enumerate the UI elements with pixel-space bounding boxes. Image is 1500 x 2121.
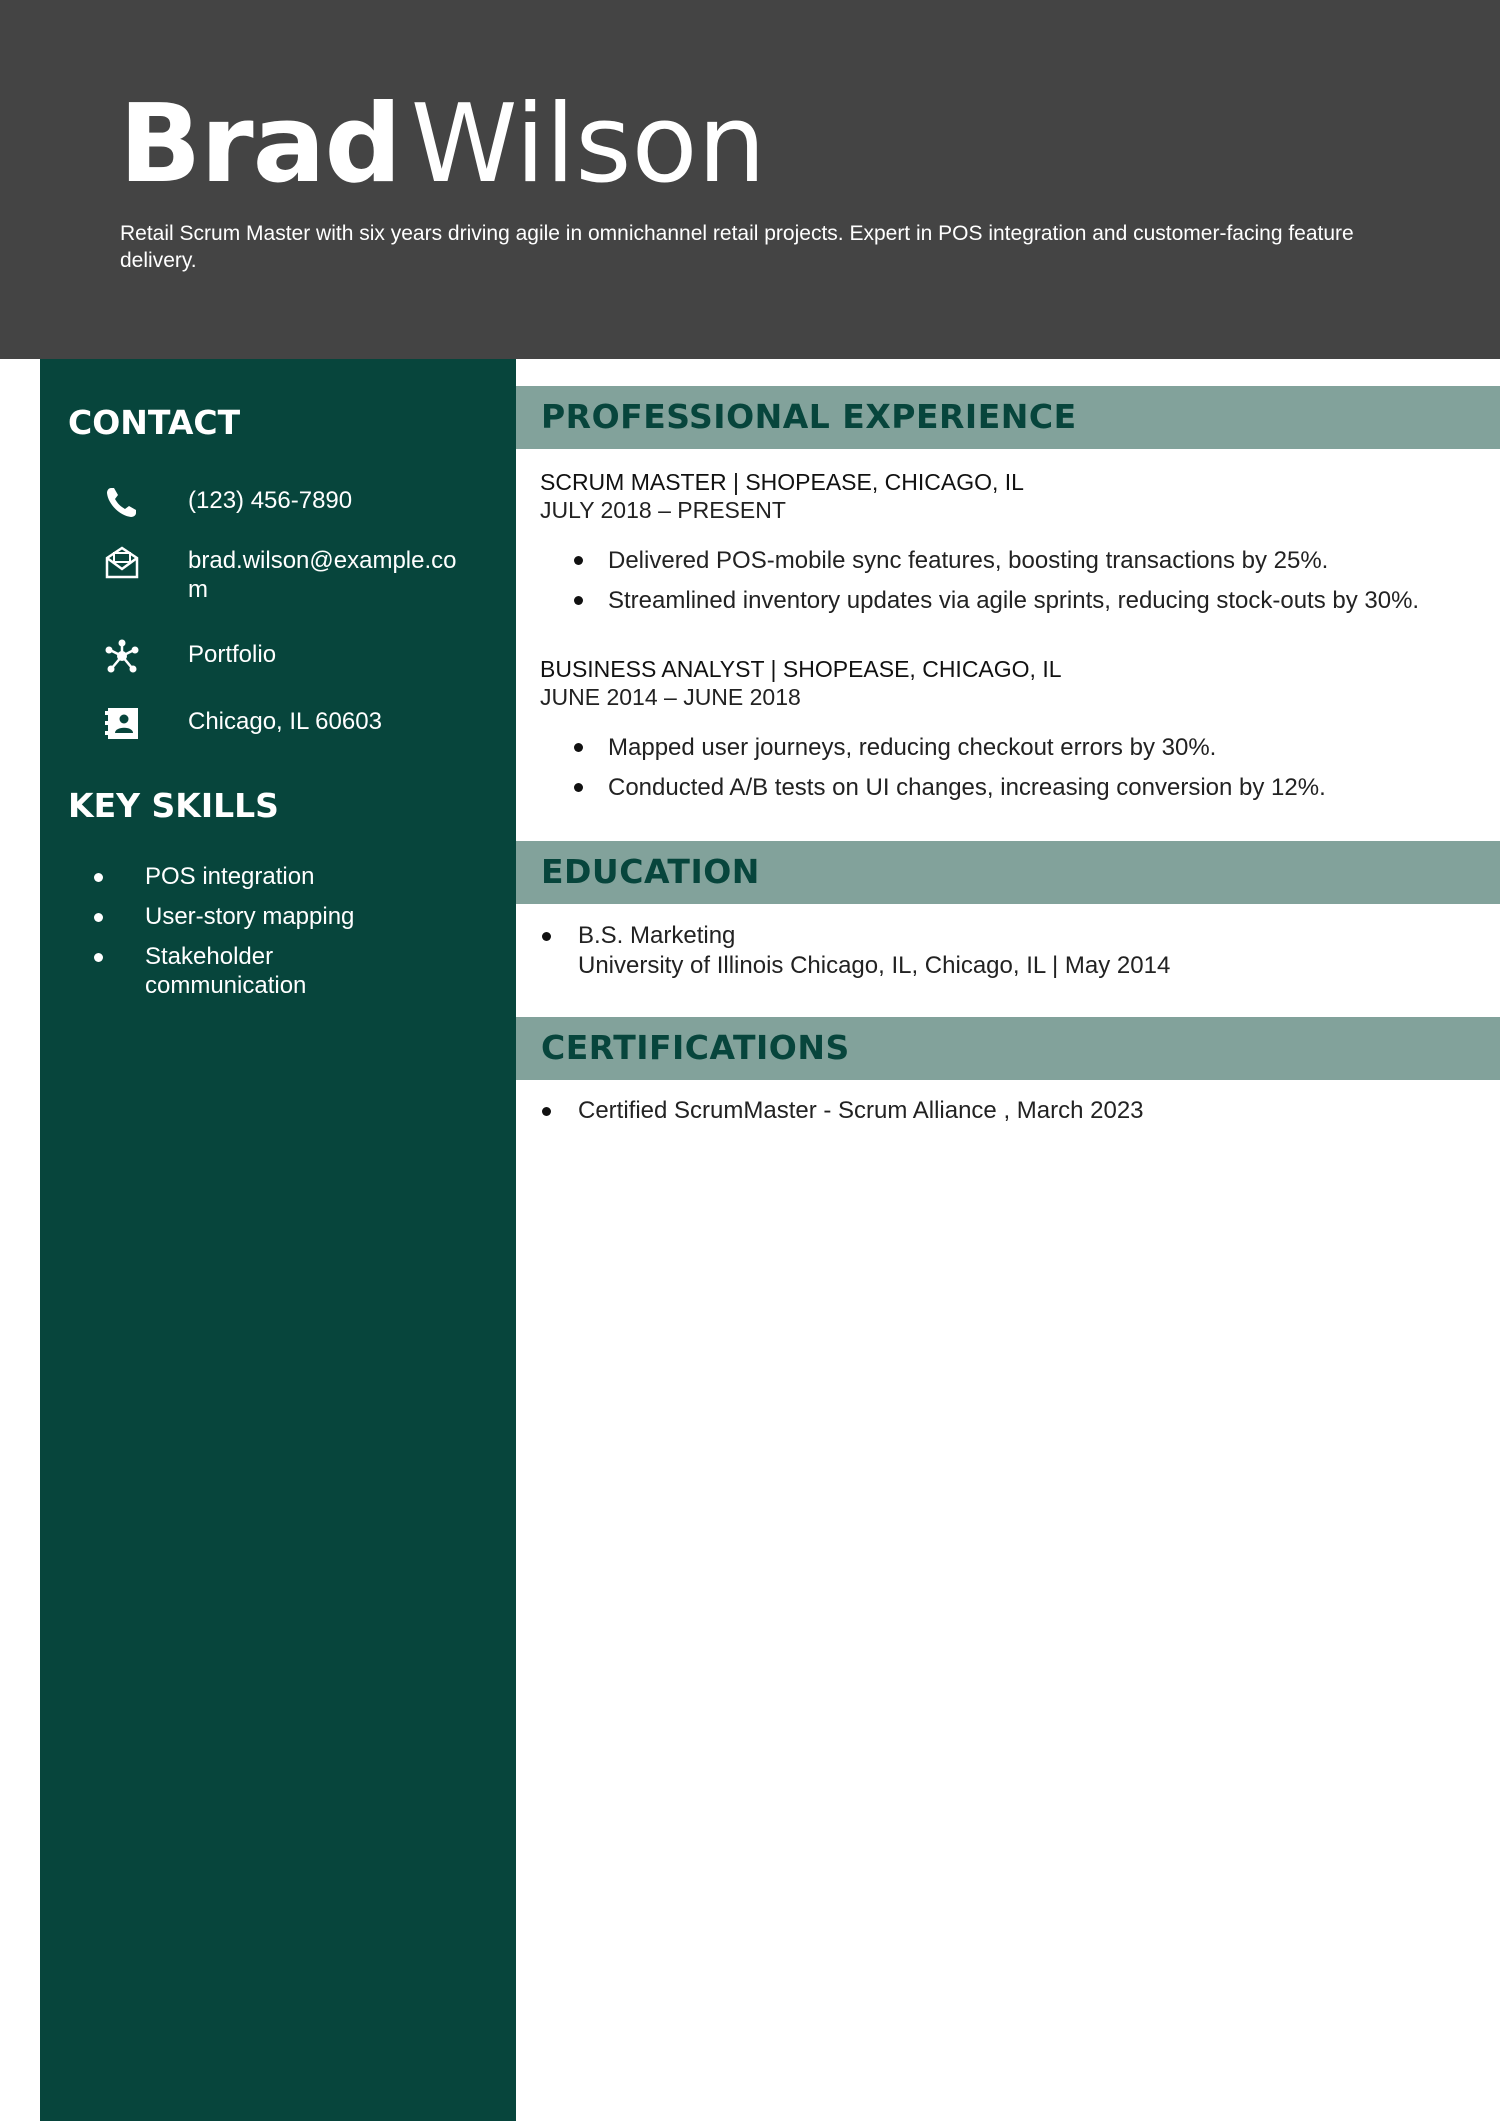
- phone-icon: [107, 488, 136, 517]
- job-entry: SCRUM MASTER | SHOPEASE, CHICAGO, IL JUL…: [540, 468, 1480, 626]
- job-dates: JUNE 2014 – JUNE 2018: [540, 684, 801, 710]
- candidate-name: BradWilson: [119, 80, 766, 210]
- summary: Retail Scrum Master with six years drivi…: [120, 222, 1354, 272]
- experience-heading: PROFESSIONAL EXPERIENCE: [541, 397, 1077, 436]
- network-icon: [105, 639, 139, 673]
- job-role: SCRUM MASTER | SHOPEASE, CHICAGO, IL: [540, 469, 1024, 495]
- portfolio-link[interactable]: Portfolio: [188, 640, 458, 669]
- education-heading: EDUCATION: [541, 852, 760, 891]
- address-card-icon: [105, 708, 138, 739]
- certifications-section-bar: CERTIFICATIONS: [516, 1017, 1500, 1080]
- certification-item: Certified ScrumMaster - Scrum Alliance ,…: [540, 1096, 1480, 1126]
- email-text[interactable]: brad.wilson@example.com: [188, 546, 458, 604]
- job-role: BUSINESS ANALYST | SHOPEASE, CHICAGO, IL: [540, 656, 1062, 682]
- job-bullet: Streamlined inventory updates via agile …: [540, 586, 1480, 615]
- sidebar: CONTACT (123) 456-7890 brad.wilson@examp…: [40, 359, 516, 2121]
- job-dates: JULY 2018 – PRESENT: [540, 497, 786, 523]
- job-bullet: Delivered POS-mobile sync features, boos…: [540, 546, 1480, 575]
- skills-heading: KEY SKILLS: [68, 786, 279, 825]
- degree: B.S. Marketing: [578, 922, 736, 949]
- skill-item: POS integration: [68, 862, 375, 891]
- skill-item: User-story mapping: [68, 902, 375, 931]
- job-bullets: Mapped user journeys, reducing checkout …: [540, 733, 1480, 802]
- certifications-list: Certified ScrumMaster - Scrum Alliance ,…: [540, 1096, 1480, 1126]
- job-bullet: Conducted A/B tests on UI changes, incre…: [540, 773, 1480, 802]
- header: BradWilson Retail Scrum Master with six …: [0, 0, 1500, 359]
- first-name: Brad: [119, 82, 402, 207]
- job-entry: BUSINESS ANALYST | SHOPEASE, CHICAGO, IL…: [540, 655, 1480, 813]
- skills-list: POS integration User-story mapping Stake…: [68, 862, 468, 1011]
- certifications-heading: CERTIFICATIONS: [541, 1028, 850, 1067]
- education-section-bar: EDUCATION: [516, 841, 1500, 904]
- job-bullet: Mapped user journeys, reducing checkout …: [540, 733, 1480, 762]
- education-item: B.S. Marketing University of Illinois Ch…: [540, 921, 1480, 981]
- mail-icon: [105, 546, 139, 579]
- address-text: Chicago, IL 60603: [188, 708, 382, 735]
- phone-text: (123) 456-7890: [188, 487, 353, 514]
- experience-section-bar: PROFESSIONAL EXPERIENCE: [516, 386, 1500, 449]
- education-list: B.S. Marketing University of Illinois Ch…: [540, 921, 1480, 981]
- contact-heading: CONTACT: [68, 403, 241, 442]
- job-bullets: Delivered POS-mobile sync features, boos…: [540, 546, 1480, 615]
- skill-item: Stakeholder communication: [68, 942, 375, 1000]
- school: University of Illinois Chicago, IL, Chic…: [578, 952, 1171, 979]
- last-name: Wilson: [410, 82, 766, 207]
